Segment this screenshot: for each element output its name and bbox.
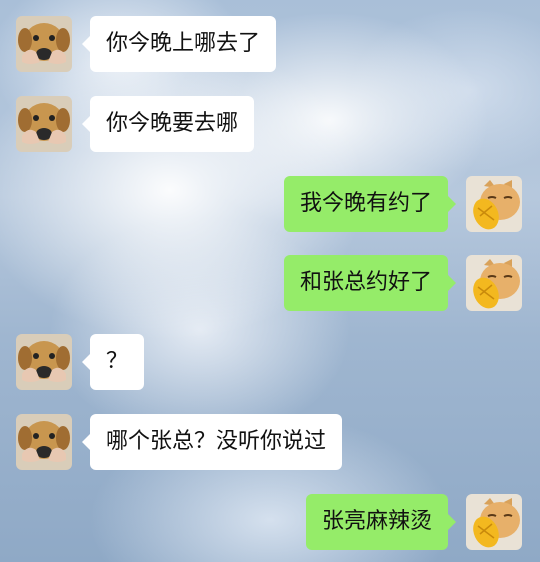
message-row: 你今晚要去哪 [16,96,316,152]
cat-avatar[interactable] [466,176,522,232]
message-row: 和张总约好了 [222,255,522,311]
puppy-avatar[interactable] [16,96,72,152]
cat-avatar[interactable] [466,255,522,311]
puppy-avatar-icon [16,334,72,390]
message-bubble-outgoing[interactable]: 张亮麻辣烫 [305,494,457,550]
message-bubble-outgoing[interactable]: 和张总约好了 [283,255,457,311]
message-row: ？ [16,334,316,390]
message-row: 张亮麻辣烫 [222,494,522,550]
message-bubble-incoming[interactable]: 你今晚要去哪 [81,96,255,152]
puppy-avatar[interactable] [16,414,72,470]
message-bubble-incoming[interactable]: 你今晚上哪去了 [81,16,277,72]
puppy-avatar-icon [16,16,72,72]
puppy-avatar[interactable] [16,16,72,72]
puppy-avatar-icon [16,96,72,152]
cat-avatar[interactable] [466,494,522,550]
message-row: 你今晚上哪去了 [16,16,316,72]
message-row: 哪个张总？没听你说过 [16,414,416,470]
message-bubble-outgoing[interactable]: 我今晚有约了 [283,176,457,232]
puppy-avatar[interactable] [16,334,72,390]
cat-avatar-icon [466,494,522,550]
cat-avatar-icon [466,176,522,232]
message-bubble-incoming[interactable]: 哪个张总？没听你说过 [81,414,343,470]
message-row: 我今晚有约了 [222,176,522,232]
cat-avatar-icon [466,255,522,311]
message-bubble-incoming[interactable]: ？ [81,334,145,390]
puppy-avatar-icon [16,414,72,470]
